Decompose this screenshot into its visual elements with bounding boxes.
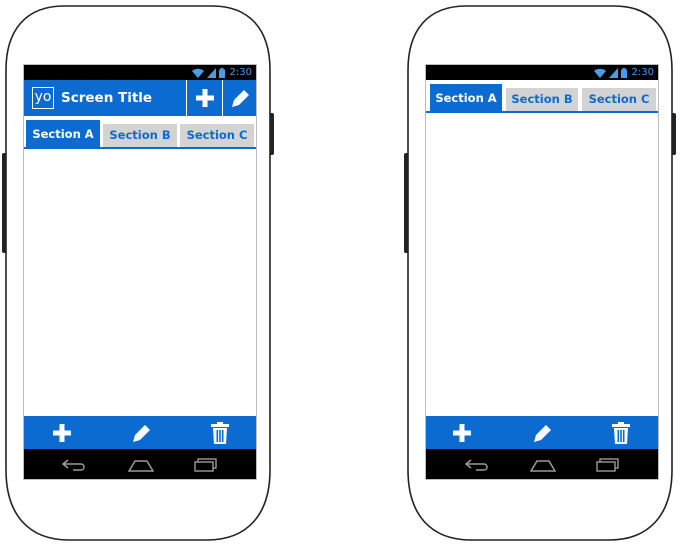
signal-icon: [206, 67, 216, 78]
signal-icon: [608, 67, 618, 78]
tabs-underline: [24, 147, 256, 149]
wifi-icon: [191, 68, 204, 78]
status-bar: 2:30: [426, 65, 658, 80]
action-bar: yo Screen Title: [24, 80, 256, 116]
battery-icon: [218, 67, 225, 78]
recents-icon: [596, 458, 619, 472]
system-nav-bar: [426, 449, 658, 479]
bottom-add-button[interactable]: [442, 416, 482, 449]
tab-section-a[interactable]: Section A: [26, 120, 100, 149]
phone-screen: 2:30 Section A Section B Section C: [425, 64, 659, 480]
home-button[interactable]: [529, 457, 557, 473]
phone-mockup-left: 2:30 yo Screen Title Section A Section B…: [2, 0, 274, 545]
edit-icon: [231, 90, 249, 107]
wifi-icon: [593, 68, 606, 78]
tab-section-c[interactable]: Section C: [180, 124, 254, 147]
bottom-action-bar: [24, 416, 256, 449]
edit-icon: [534, 424, 551, 442]
screen-title: Screen Title: [61, 90, 153, 106]
tab-section-a[interactable]: Section A: [430, 84, 502, 113]
recents-button[interactable]: [594, 457, 622, 473]
bottom-delete-button[interactable]: [601, 416, 641, 449]
battery-icon: [620, 67, 627, 78]
status-time: 2:30: [631, 67, 654, 78]
trash-icon: [211, 421, 229, 444]
section-tabs: Section A Section B Section C: [24, 119, 256, 149]
status-bar: 2:30: [24, 65, 256, 80]
trash-icon: [612, 421, 630, 444]
home-icon: [530, 460, 556, 472]
status-time: 2:30: [229, 67, 252, 78]
tabs-underline: [426, 111, 658, 113]
tab-section-c[interactable]: Section C: [582, 88, 656, 111]
back-button[interactable]: [60, 457, 88, 473]
back-icon: [61, 459, 85, 471]
add-icon: [453, 423, 471, 442]
back-icon: [464, 459, 488, 471]
system-nav-bar: [24, 449, 256, 479]
phone-mockup-right: 2:30 Section A Section B Section C: [404, 0, 676, 545]
bottom-add-button[interactable]: [42, 416, 82, 449]
tab-section-b[interactable]: Section B: [103, 124, 177, 147]
edit-icon: [133, 424, 150, 442]
app-icon[interactable]: yo: [32, 87, 54, 109]
add-icon: [53, 423, 71, 442]
section-tabs: Section A Section B Section C: [426, 83, 658, 113]
recents-button[interactable]: [192, 457, 220, 473]
back-button[interactable]: [463, 457, 491, 473]
bottom-edit-button[interactable]: [122, 416, 162, 449]
tab-section-b[interactable]: Section B: [506, 88, 578, 111]
edit-button[interactable]: [222, 80, 256, 116]
phone-screen: 2:30 yo Screen Title Section A Section B…: [23, 64, 257, 480]
bottom-action-bar: [426, 416, 658, 449]
recents-icon: [194, 458, 217, 472]
home-button[interactable]: [127, 457, 155, 473]
add-button[interactable]: [186, 80, 222, 116]
add-icon: [195, 89, 214, 107]
home-icon: [128, 460, 154, 472]
bottom-delete-button[interactable]: [200, 416, 240, 449]
bottom-edit-button[interactable]: [523, 416, 563, 449]
